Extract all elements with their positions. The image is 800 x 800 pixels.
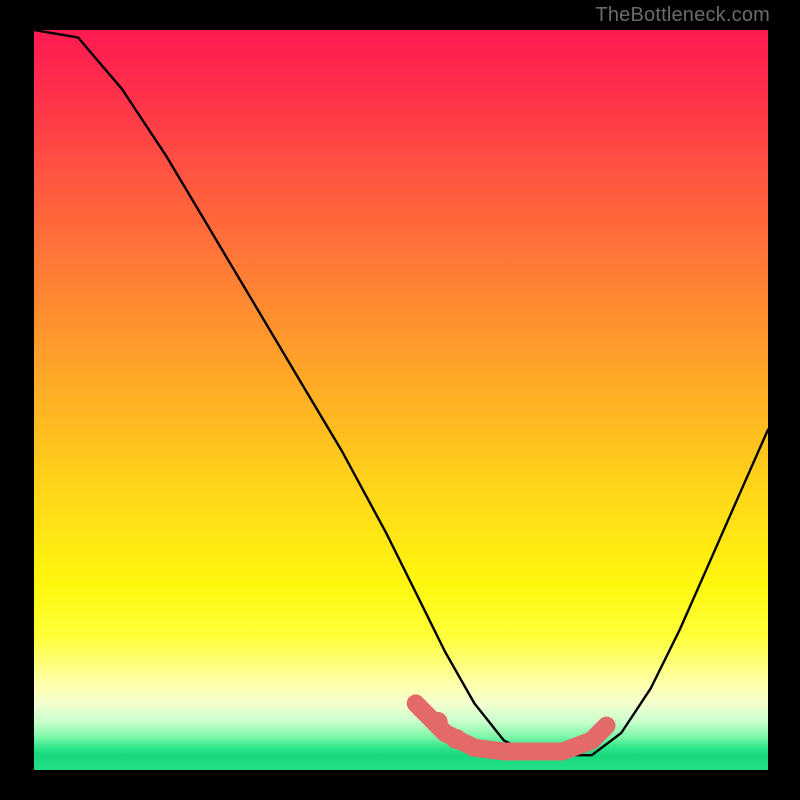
highlight-dot <box>428 712 448 732</box>
highlight-dot <box>446 729 466 749</box>
watermark-text: TheBottleneck.com <box>595 4 770 27</box>
plot-area <box>34 30 768 770</box>
bottleneck-curve <box>34 30 768 755</box>
chart-frame: TheBottleneck.com <box>0 0 800 800</box>
chart-overlay <box>34 30 768 770</box>
